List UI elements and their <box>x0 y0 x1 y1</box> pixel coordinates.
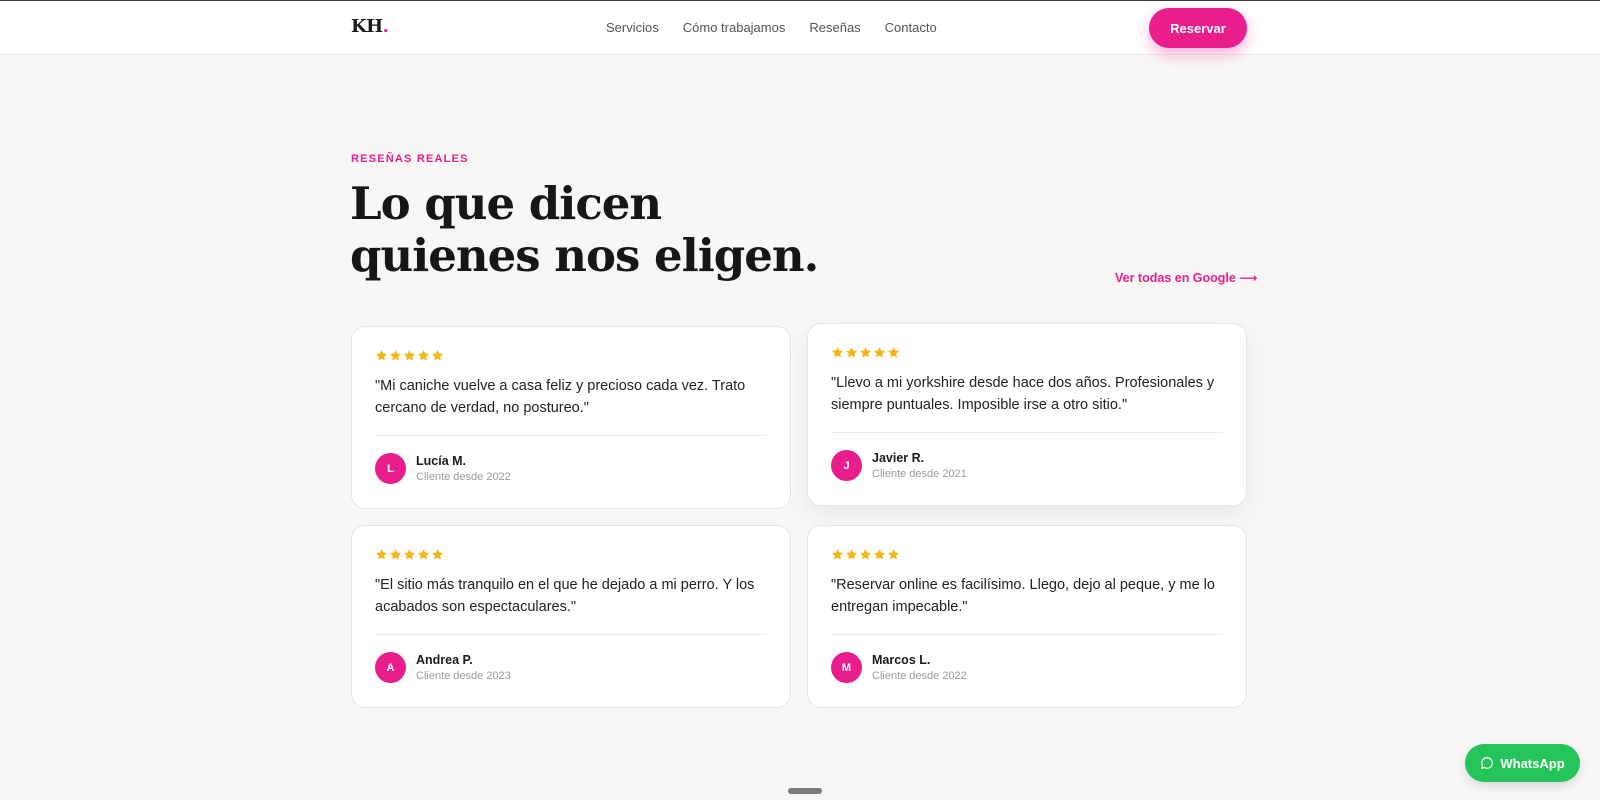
avatar: J <box>831 450 862 481</box>
customer-since: Cliente desde 2023 <box>416 670 511 682</box>
review-quote: "El sitio más tranquilo en el que he dej… <box>375 577 755 615</box>
section-title-line-1: Lo que dicen <box>350 177 662 230</box>
avatar: M <box>831 652 862 683</box>
review-card: "El sitio más tranquilo en el que he dej… <box>351 525 791 708</box>
logo[interactable]: KH. <box>351 16 389 37</box>
divider <box>831 634 1223 635</box>
customer-since: Cliente desde 2022 <box>416 471 511 483</box>
main-nav: Servicios Cómo trabajamos Reseñas Contac… <box>606 20 937 35</box>
logo-text: KH <box>351 16 383 37</box>
star-rating <box>375 548 444 561</box>
review-card: "Reservar online es facilísimo. Llego, d… <box>807 525 1247 708</box>
star-icon <box>846 347 857 358</box>
review-card: "Llevo a mi yorkshire desde hace dos año… <box>807 323 1247 506</box>
avatar: A <box>375 652 406 683</box>
star-rating <box>831 548 900 561</box>
whatsapp-button[interactable]: WhatsApp <box>1465 744 1580 782</box>
star-icon <box>860 347 871 358</box>
star-icon <box>874 347 885 358</box>
star-icon <box>432 549 443 560</box>
nav-resenas[interactable]: Reseñas <box>809 20 860 35</box>
star-icon <box>390 350 401 361</box>
site-header: KH. Servicios Cómo trabajamos Reseñas Co… <box>0 0 1600 55</box>
reservar-button[interactable]: Reservar <box>1149 8 1247 48</box>
review-card: "Mi caniche vuelve a casa feliz y precio… <box>351 326 791 509</box>
divider <box>375 634 767 635</box>
review-author: Lucía M. <box>416 454 467 468</box>
nav-contacto[interactable]: Contacto <box>885 20 937 35</box>
review-author: Marcos L. <box>872 653 931 667</box>
review-quote: "Mi caniche vuelve a casa feliz y precio… <box>375 378 746 416</box>
customer-since: Cliente desde 2022 <box>872 670 967 682</box>
section-eyebrow: RESEÑAS REALES <box>351 153 469 165</box>
review-quote: "Llevo a mi yorkshire desde hace dos año… <box>831 375 1215 413</box>
star-icon <box>432 350 443 361</box>
star-icon <box>418 549 429 560</box>
whatsapp-label: WhatsApp <box>1500 755 1565 771</box>
divider <box>375 435 767 436</box>
star-icon <box>404 350 415 361</box>
section-title: Lo que dicen quienes nos eligen. <box>350 178 870 282</box>
star-rating <box>375 349 444 362</box>
review-author: Andrea P. <box>416 653 473 667</box>
avatar: L <box>375 453 406 484</box>
scroll-indicator[interactable] <box>788 788 822 794</box>
section-title-line-2: quienes nos eligen. <box>350 229 819 282</box>
review-author: Javier R. <box>872 451 925 465</box>
customer-since: Cliente desde 2021 <box>872 468 967 480</box>
star-icon <box>860 549 871 560</box>
star-icon <box>846 549 857 560</box>
star-icon <box>404 549 415 560</box>
review-quote: "Reservar online es facilísimo. Llego, d… <box>831 577 1215 615</box>
star-icon <box>888 549 899 560</box>
logo-dot: . <box>382 16 389 37</box>
star-icon <box>418 350 429 361</box>
star-icon <box>376 350 387 361</box>
divider <box>831 432 1223 433</box>
star-icon <box>832 549 843 560</box>
google-reviews-link[interactable]: Ver todas en Google ⟶ <box>1115 270 1257 285</box>
star-icon <box>376 549 387 560</box>
star-icon <box>874 549 885 560</box>
chat-bubble-icon <box>1481 757 1494 769</box>
nav-como-trabajamos[interactable]: Cómo trabajamos <box>683 20 786 35</box>
star-icon <box>888 347 899 358</box>
star-rating <box>831 346 900 359</box>
star-icon <box>390 549 401 560</box>
star-icon <box>832 347 843 358</box>
nav-servicios[interactable]: Servicios <box>606 20 659 35</box>
